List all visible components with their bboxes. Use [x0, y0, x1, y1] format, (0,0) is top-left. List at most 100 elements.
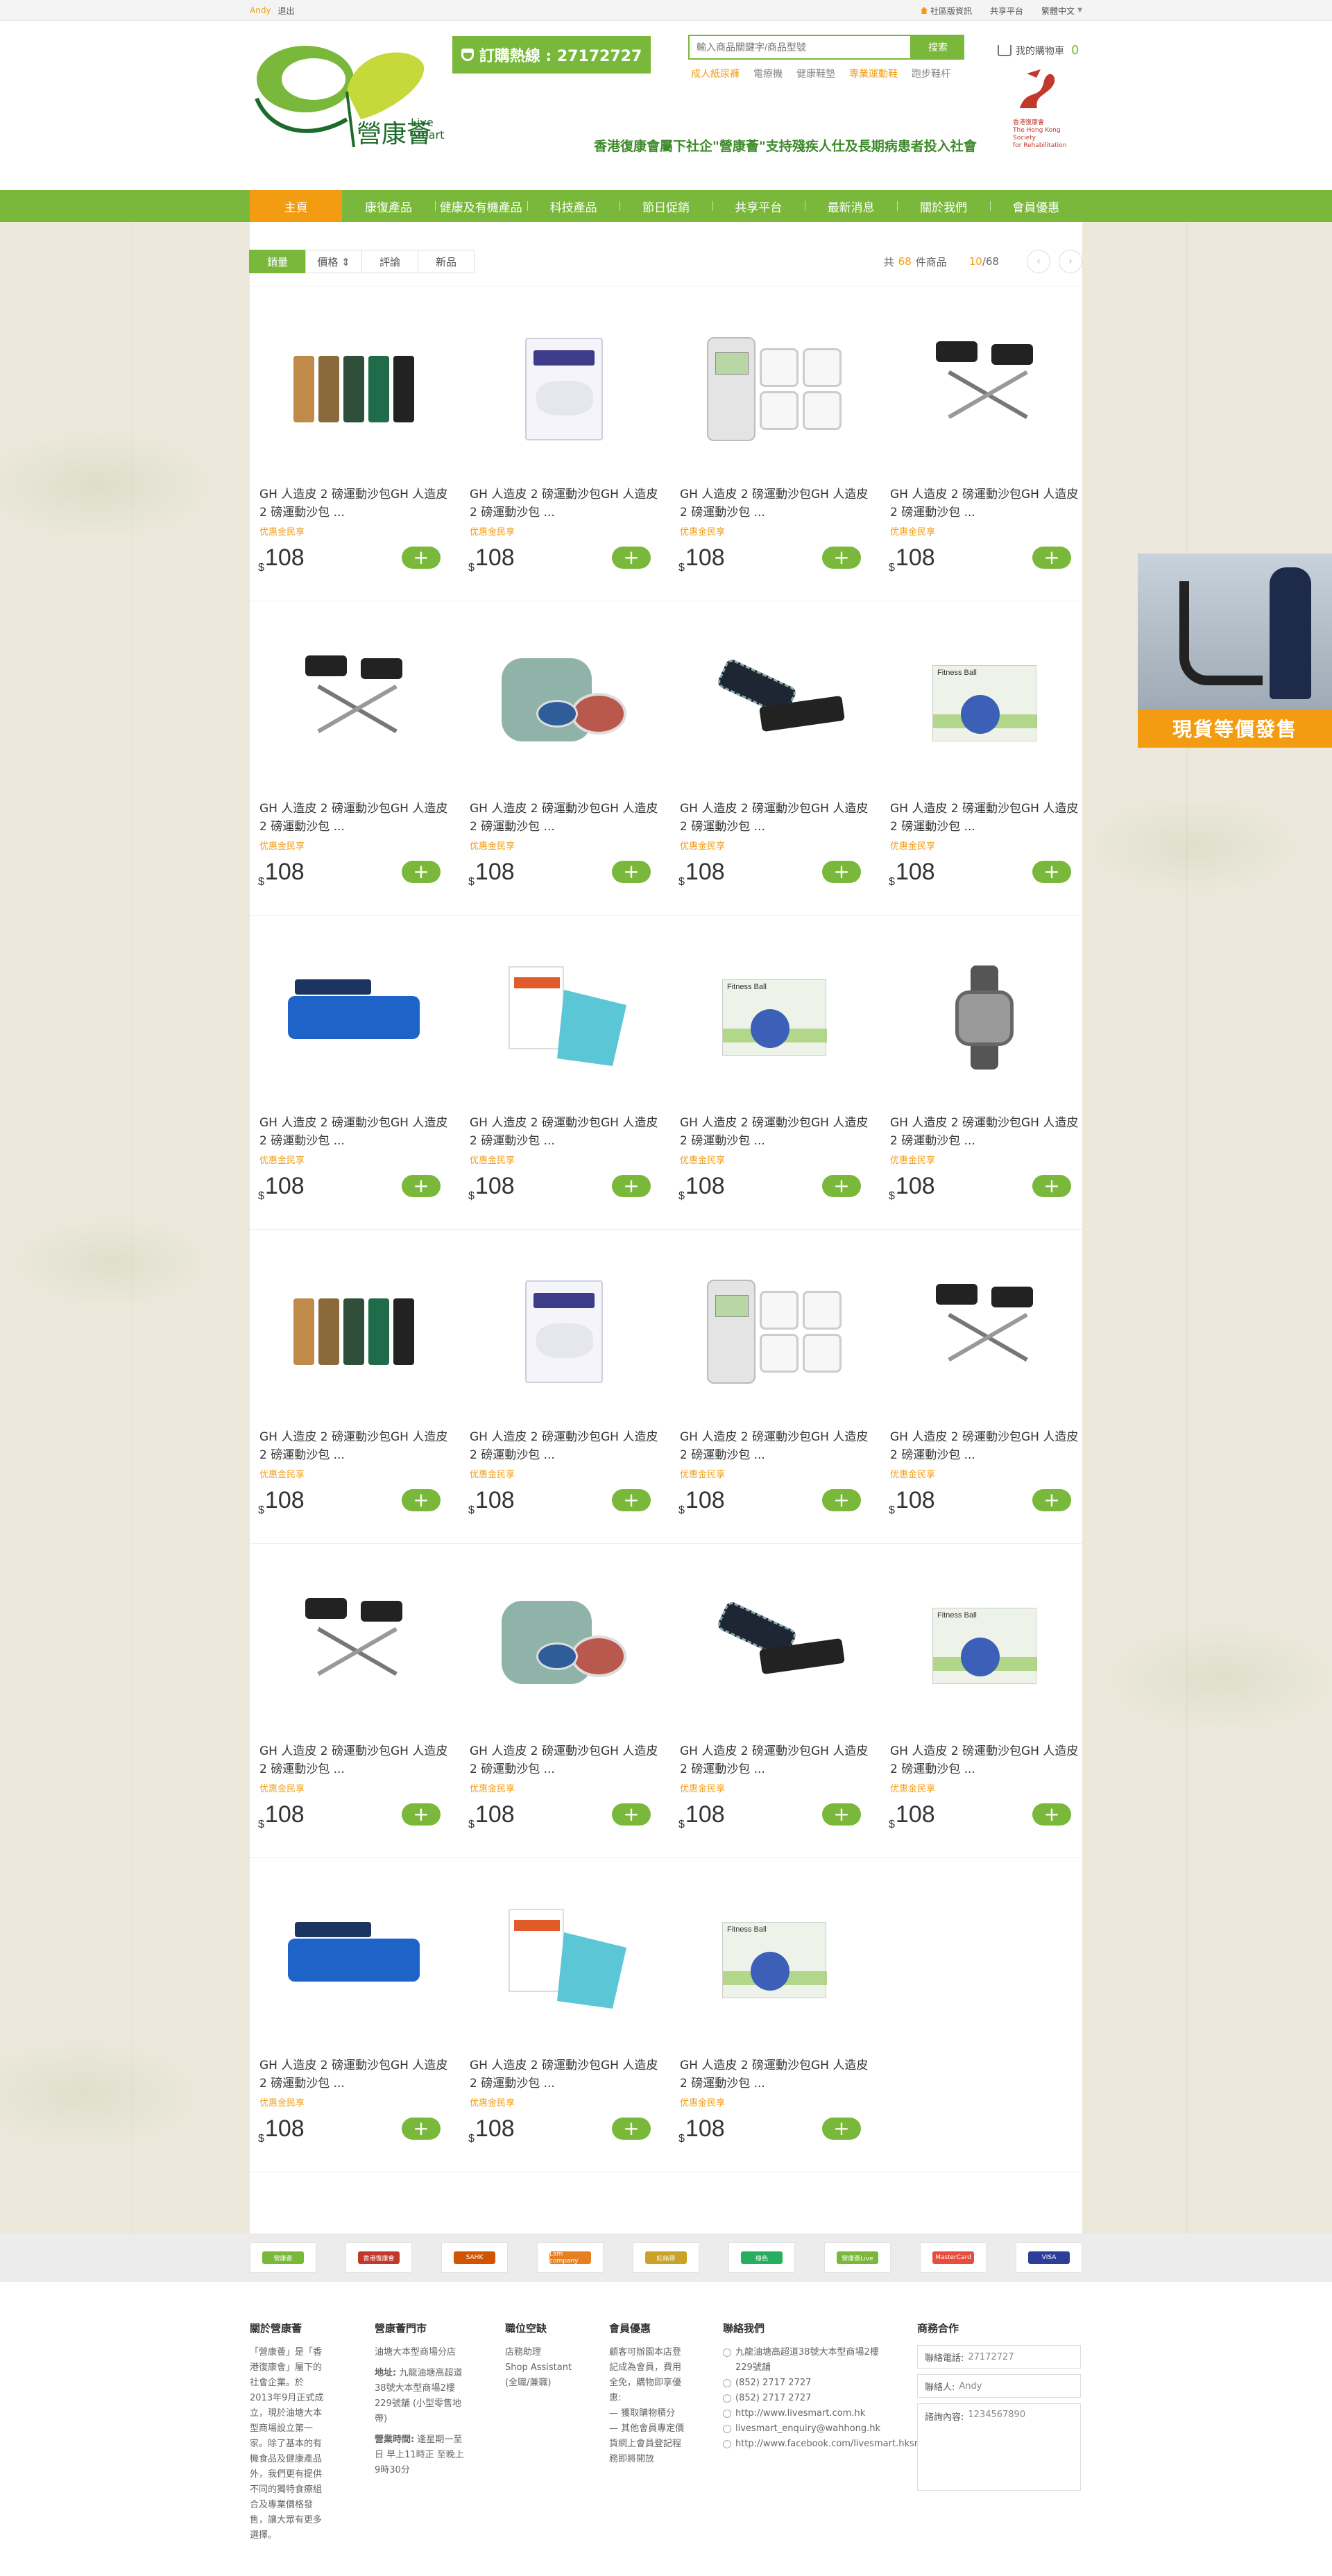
language-select[interactable]: 繁體中文 ▼ — [1041, 5, 1082, 17]
product-card[interactable]: Fitness Ball GH 人造皮 2 磅運動沙包GH 人造皮 2 磅運動沙包… — [880, 601, 1091, 915]
add-to-cart-button[interactable]: + — [1032, 1489, 1071, 1511]
product-name[interactable]: GH 人造皮 2 磅運動沙包GH 人造皮 2 磅運動沙包 ... — [680, 800, 869, 836]
adult-diaper-pack-image[interactable] — [470, 298, 658, 480]
product-name[interactable]: GH 人造皮 2 磅運動沙包GH 人造皮 2 磅運動沙包 ... — [259, 1428, 448, 1464]
product-card[interactable]: GH 人造皮 2 磅運動沙包GH 人造皮 2 磅運動沙包 ... 优惠金民享 $10… — [670, 1230, 880, 1543]
product-name[interactable]: GH 人造皮 2 磅運動沙包GH 人造皮 2 磅運動沙包 ... — [680, 1428, 869, 1464]
biz-phone-field[interactable]: 聯絡電話: 27172727 — [917, 2345, 1081, 2369]
pedal-exerciser-image[interactable] — [890, 1241, 1079, 1423]
community-link[interactable]: 社區版資訊 — [921, 5, 972, 17]
website-link[interactable]: http://www.livesmart.com.hk — [723, 2406, 882, 2421]
pedal-exerciser-image[interactable] — [259, 1555, 448, 1737]
biz-message-field[interactable]: 諮詢內容: 1234567890 — [917, 2403, 1081, 2491]
product-card[interactable]: GH 人造皮 2 磅運動沙包GH 人造皮 2 磅運動沙包 ... 优惠金民享 $10… — [250, 916, 460, 1229]
product-name[interactable]: GH 人造皮 2 磅運動沙包GH 人造皮 2 磅運動沙包 ... — [470, 1428, 658, 1464]
product-name[interactable]: GH 人造皮 2 磅運動沙包GH 人造皮 2 磅運動沙包 ... — [680, 486, 869, 522]
add-to-cart-button[interactable]: + — [822, 861, 861, 883]
product-card[interactable]: GH 人造皮 2 磅運動沙包GH 人造皮 2 磅運動沙包 ... 优惠金民享 $10… — [460, 287, 670, 601]
product-card[interactable]: Fitness Ball GH 人造皮 2 磅運動沙包GH 人造皮 2 磅運動沙包… — [670, 1858, 880, 2172]
resistance-bands-image[interactable] — [259, 298, 448, 480]
product-name[interactable]: GH 人造皮 2 磅運動沙包GH 人造皮 2 磅運動沙包 ... — [259, 486, 448, 522]
add-to-cart-button[interactable]: + — [612, 1489, 651, 1511]
site-logo[interactable]: 營康薈 Live Smart — [250, 36, 451, 161]
add-to-cart-button[interactable]: + — [402, 1175, 441, 1197]
product-card[interactable]: GH 人造皮 2 磅運動沙包GH 人造皮 2 磅運動沙包 ... 优惠金民享 $10… — [460, 1858, 670, 2172]
product-card[interactable]: GH 人造皮 2 磅運動沙包GH 人造皮 2 磅運動沙包 ... 优惠金民享 $10… — [670, 287, 880, 601]
product-name[interactable]: GH 人造皮 2 磅運動沙包GH 人造皮 2 磅運動沙包 ... — [259, 1114, 448, 1150]
product-name[interactable]: GH 人造皮 2 磅運動沙包GH 人造皮 2 磅運動沙包 ... — [680, 2056, 869, 2093]
product-name[interactable]: GH 人造皮 2 磅運動沙包GH 人造皮 2 磅運動沙包 ... — [259, 800, 448, 836]
product-name[interactable]: GH 人造皮 2 磅運動沙包GH 人造皮 2 磅運動沙包 ... — [259, 2056, 448, 2093]
product-card[interactable]: GH 人造皮 2 磅運動沙包GH 人造皮 2 磅運動沙包 ... 优惠金民享 $10… — [460, 601, 670, 915]
product-card[interactable]: GH 人造皮 2 磅運動沙包GH 人造皮 2 磅運動沙包 ... 优惠金民享 $10… — [250, 1230, 460, 1543]
floating-ad[interactable]: 現貨等價發售 — [1138, 553, 1332, 748]
product-card[interactable]: GH 人造皮 2 磅運動沙包GH 人造皮 2 磅運動沙包 ... 优惠金民享 $10… — [460, 916, 670, 1229]
product-card[interactable]: Fitness Ball GH 人造皮 2 磅運動沙包GH 人造皮 2 磅運動沙包… — [880, 1544, 1091, 1857]
add-to-cart-button[interactable]: + — [402, 2118, 441, 2140]
product-card[interactable]: Fitness Ball GH 人造皮 2 磅運動沙包GH 人造皮 2 磅運動沙包… — [670, 916, 880, 1229]
hot-keyword[interactable]: 專業運動鞋 — [849, 67, 898, 80]
add-to-cart-button[interactable]: + — [822, 1175, 861, 1197]
add-to-cart-button[interactable]: + — [612, 547, 651, 569]
partner-logo[interactable]: 綠色 — [728, 2242, 795, 2273]
add-to-cart-button[interactable]: + — [612, 2118, 651, 2140]
partner-logo[interactable]: MasterCard — [920, 2242, 987, 2273]
add-to-cart-button[interactable]: + — [402, 1803, 441, 1826]
pedal-exerciser-image[interactable] — [259, 612, 448, 794]
resistance-bands-image[interactable] — [259, 1241, 448, 1423]
nav-item-health[interactable]: 健康及有機產品 — [434, 190, 527, 222]
product-name[interactable]: GH 人造皮 2 磅運動沙包GH 人造皮 2 磅運動沙包 ... — [890, 1114, 1079, 1150]
product-card[interactable]: GH 人造皮 2 磅運動沙包GH 人造皮 2 磅運動沙包 ... 优惠金民享 $10… — [460, 1544, 670, 1857]
product-name[interactable]: GH 人造皮 2 磅運動沙包GH 人造皮 2 磅運動沙包 ... — [470, 1114, 658, 1150]
foam-roller-image[interactable] — [259, 927, 448, 1108]
nav-item-rehab[interactable]: 康復產品 — [342, 190, 434, 222]
nav-item-member[interactable]: 會員優惠 — [989, 190, 1082, 222]
product-name[interactable]: GH 人造皮 2 磅運動沙包GH 人造皮 2 磅運動沙包 ... — [470, 800, 658, 836]
email-link[interactable]: livesmart_enquiry@wahhong.hk — [723, 2421, 882, 2437]
product-name[interactable]: GH 人造皮 2 磅運動沙包GH 人造皮 2 磅運動沙包 ... — [890, 800, 1079, 836]
nav-item-share[interactable]: 共享平台 — [712, 190, 805, 222]
partner-logo[interactable]: Lam company — [537, 2242, 604, 2273]
nav-item-news[interactable]: 最新消息 — [804, 190, 897, 222]
add-to-cart-button[interactable]: + — [1032, 1803, 1071, 1826]
ankle-strap-image[interactable] — [680, 612, 869, 794]
sort-tab-price[interactable]: 價格 ⇕ — [305, 250, 362, 273]
product-name[interactable]: GH 人造皮 2 磅運動沙包GH 人造皮 2 磅運動沙包 ... — [890, 1428, 1079, 1464]
username-link[interactable]: Andy — [250, 6, 271, 15]
product-card[interactable]: GH 人造皮 2 磅運動沙包GH 人造皮 2 磅運動沙包 ... 优惠金民享 $10… — [880, 287, 1091, 601]
sort-tab-reviews[interactable]: 評論 — [361, 250, 418, 273]
partner-logo[interactable]: SAHK — [441, 2242, 508, 2273]
ankle-strap-image[interactable] — [680, 1555, 869, 1737]
product-card[interactable]: GH 人造皮 2 磅運動沙包GH 人造皮 2 磅運動沙包 ... 优惠金民享 $10… — [250, 287, 460, 601]
add-to-cart-button[interactable]: + — [1032, 1175, 1071, 1197]
logout-link[interactable]: 退出 — [278, 5, 295, 17]
nav-item-home[interactable]: 主頁 — [250, 190, 343, 222]
partner-logo[interactable]: 紅絲帶 — [633, 2242, 699, 2273]
therapy-putty-image[interactable] — [470, 612, 658, 794]
next-page-button[interactable]: › — [1059, 250, 1082, 273]
foam-roller-image[interactable] — [259, 1869, 448, 2051]
partner-logo[interactable]: 營康薈 — [250, 2242, 316, 2273]
product-card[interactable]: GH 人造皮 2 磅運動沙包GH 人造皮 2 磅運動沙包 ... 优惠金民享 $10… — [670, 1544, 880, 1857]
add-to-cart-button[interactable]: + — [612, 1175, 651, 1197]
add-to-cart-button[interactable]: + — [402, 547, 441, 569]
product-card[interactable]: GH 人造皮 2 磅運動沙包GH 人造皮 2 磅運動沙包 ... 优惠金民享 $10… — [250, 1858, 460, 2172]
product-card[interactable]: GH 人造皮 2 磅運動沙包GH 人造皮 2 磅運動沙包 ... 优惠金民享 $10… — [880, 916, 1091, 1229]
nav-item-about[interactable]: 關於我們 — [897, 190, 989, 222]
partner-logo[interactable]: 香港復康會 — [345, 2242, 412, 2273]
add-to-cart-button[interactable]: + — [612, 861, 651, 883]
product-name[interactable]: GH 人造皮 2 磅運動沙包GH 人造皮 2 磅運動沙包 ... — [259, 1742, 448, 1778]
product-card[interactable]: GH 人造皮 2 磅運動沙包GH 人造皮 2 磅運動沙包 ... 优惠金民享 $10… — [880, 1230, 1091, 1543]
tens-device-image[interactable] — [680, 1241, 869, 1423]
share-platform-link[interactable]: 共享平台 — [990, 5, 1023, 17]
adult-diaper-pack-image[interactable] — [470, 1241, 658, 1423]
facebook-link[interactable]: http://www.facebook.com/livesmart.hksr — [723, 2437, 918, 2452]
product-name[interactable]: GH 人造皮 2 磅運動沙包GH 人造皮 2 磅運動沙包 ... — [470, 486, 658, 522]
fitness-ball-image[interactable]: Fitness Ball — [890, 612, 1079, 794]
sort-tab-sales[interactable]: 銷量 — [249, 250, 306, 273]
hkr-partner-logo[interactable]: 香港復康會 The Hong Kong Society for Rehabili… — [1013, 67, 1082, 171]
product-name[interactable]: GH 人造皮 2 磅運動沙包GH 人造皮 2 磅運動沙包 ... — [890, 486, 1079, 522]
add-to-cart-button[interactable]: + — [822, 547, 861, 569]
biz-contact-field[interactable]: 聯絡人: Andy — [917, 2374, 1081, 2398]
fitness-ball-image[interactable]: Fitness Ball — [680, 1869, 869, 2051]
